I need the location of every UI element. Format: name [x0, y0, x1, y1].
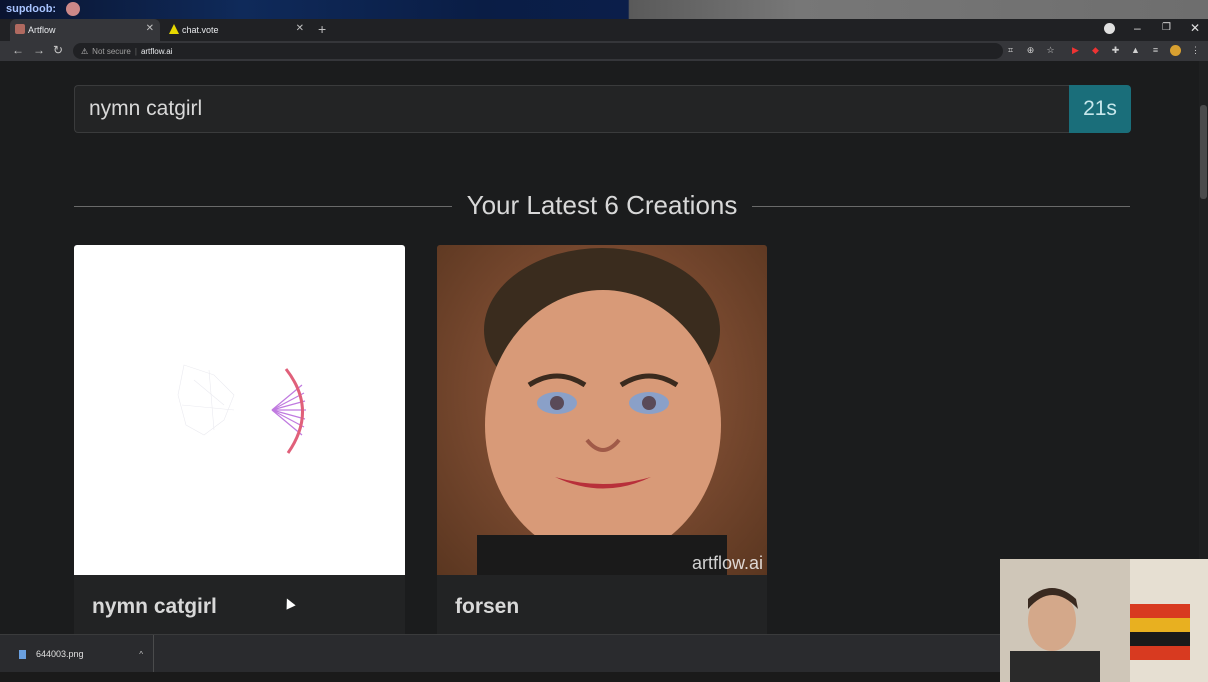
- creation-label: forsen: [455, 595, 520, 618]
- profile-avatar-icon[interactable]: [1170, 45, 1181, 56]
- divider-right: [752, 206, 1130, 207]
- media-queue-icon[interactable]: ≡: [1150, 45, 1161, 56]
- creation-image[interactable]: [74, 245, 405, 575]
- section-title: Your Latest 6 Creations: [466, 190, 738, 220]
- close-tab-icon[interactable]: ✕: [146, 23, 154, 34]
- close-tab-icon[interactable]: ✕: [296, 23, 304, 34]
- youtube-extension-icon[interactable]: ▶: [1070, 45, 1081, 56]
- url-text: artflow.ai: [140, 46, 173, 56]
- chevron-up-icon[interactable]: ^: [139, 650, 143, 659]
- creation-card[interactable]: artflow.ai forsen: [437, 245, 767, 634]
- divider-left: [74, 206, 452, 207]
- bookmark-star-icon[interactable]: ☆: [1045, 45, 1056, 56]
- reload-icon[interactable]: ↻: [53, 43, 63, 57]
- page-content: nymn catgirl 21s Your Latest 6 Creations…: [0, 61, 1208, 634]
- tab-label: chat.vote: [182, 25, 219, 35]
- restore-icon[interactable]: ❐: [1162, 22, 1171, 33]
- download-filename: 644003.png: [36, 649, 84, 659]
- scrollbar[interactable]: [1199, 61, 1208, 634]
- ublock-extension-icon[interactable]: ◆: [1090, 45, 1101, 56]
- minimize-icon[interactable]: –: [1134, 21, 1141, 35]
- tab-label: Artflow: [28, 25, 56, 35]
- stream-username: supdoob:: [6, 3, 57, 15]
- url-separator: |: [134, 46, 137, 56]
- chat-vote-favicon-icon: [169, 24, 179, 34]
- warning-icon: ⚠: [81, 46, 89, 56]
- security-label: Not secure: [92, 46, 131, 56]
- stream-overlay-bar: supdoob:: [0, 0, 1208, 19]
- file-icon: [19, 649, 26, 659]
- browser-tabstrip: Artflow ✕ chat.vote ✕ + – ❐ ✕: [0, 19, 1208, 41]
- tab-chat-vote[interactable]: chat.vote ✕: [164, 19, 310, 41]
- creation-image[interactable]: artflow.ai: [437, 245, 767, 575]
- tab-artflow[interactable]: Artflow ✕: [10, 19, 160, 41]
- creation-card[interactable]: nymn catgirl: [74, 245, 405, 634]
- creation-label: nymn catgirl: [92, 595, 217, 618]
- browser-menu-icon[interactable]: ⋮: [1190, 45, 1201, 56]
- user-avatar-icon: [66, 2, 80, 16]
- forward-icon[interactable]: →: [33, 43, 45, 57]
- webcam-overlay: [1000, 559, 1208, 682]
- lab-flask-icon[interactable]: ▲: [1130, 45, 1141, 56]
- screenshot-icon[interactable]: ⌗: [1005, 45, 1016, 56]
- watermark-text: artflow.ai: [691, 553, 763, 573]
- prompt-input[interactable]: nymn catgirl: [74, 85, 1069, 133]
- browser-toolbar: ← → ↻ ⚠ Not secure | artflow.ai ⌗ ⊕ ☆ ▶ …: [0, 41, 1208, 61]
- zoom-icon[interactable]: ⊕: [1025, 45, 1036, 56]
- back-icon[interactable]: ←: [12, 43, 24, 57]
- close-window-icon[interactable]: ✕: [1190, 21, 1200, 35]
- profile-menu-icon[interactable]: [1104, 23, 1115, 34]
- extensions-puzzle-icon[interactable]: ✚: [1110, 45, 1121, 56]
- new-tab-button[interactable]: +: [318, 21, 326, 37]
- scrollbar-thumb[interactable]: [1200, 105, 1207, 199]
- artflow-favicon-icon: [15, 24, 25, 34]
- download-item[interactable]: 644003.png ^: [6, 635, 154, 673]
- address-bar[interactable]: ⚠ Not secure | artflow.ai: [73, 43, 1003, 59]
- timer-badge: 21s: [1069, 85, 1131, 133]
